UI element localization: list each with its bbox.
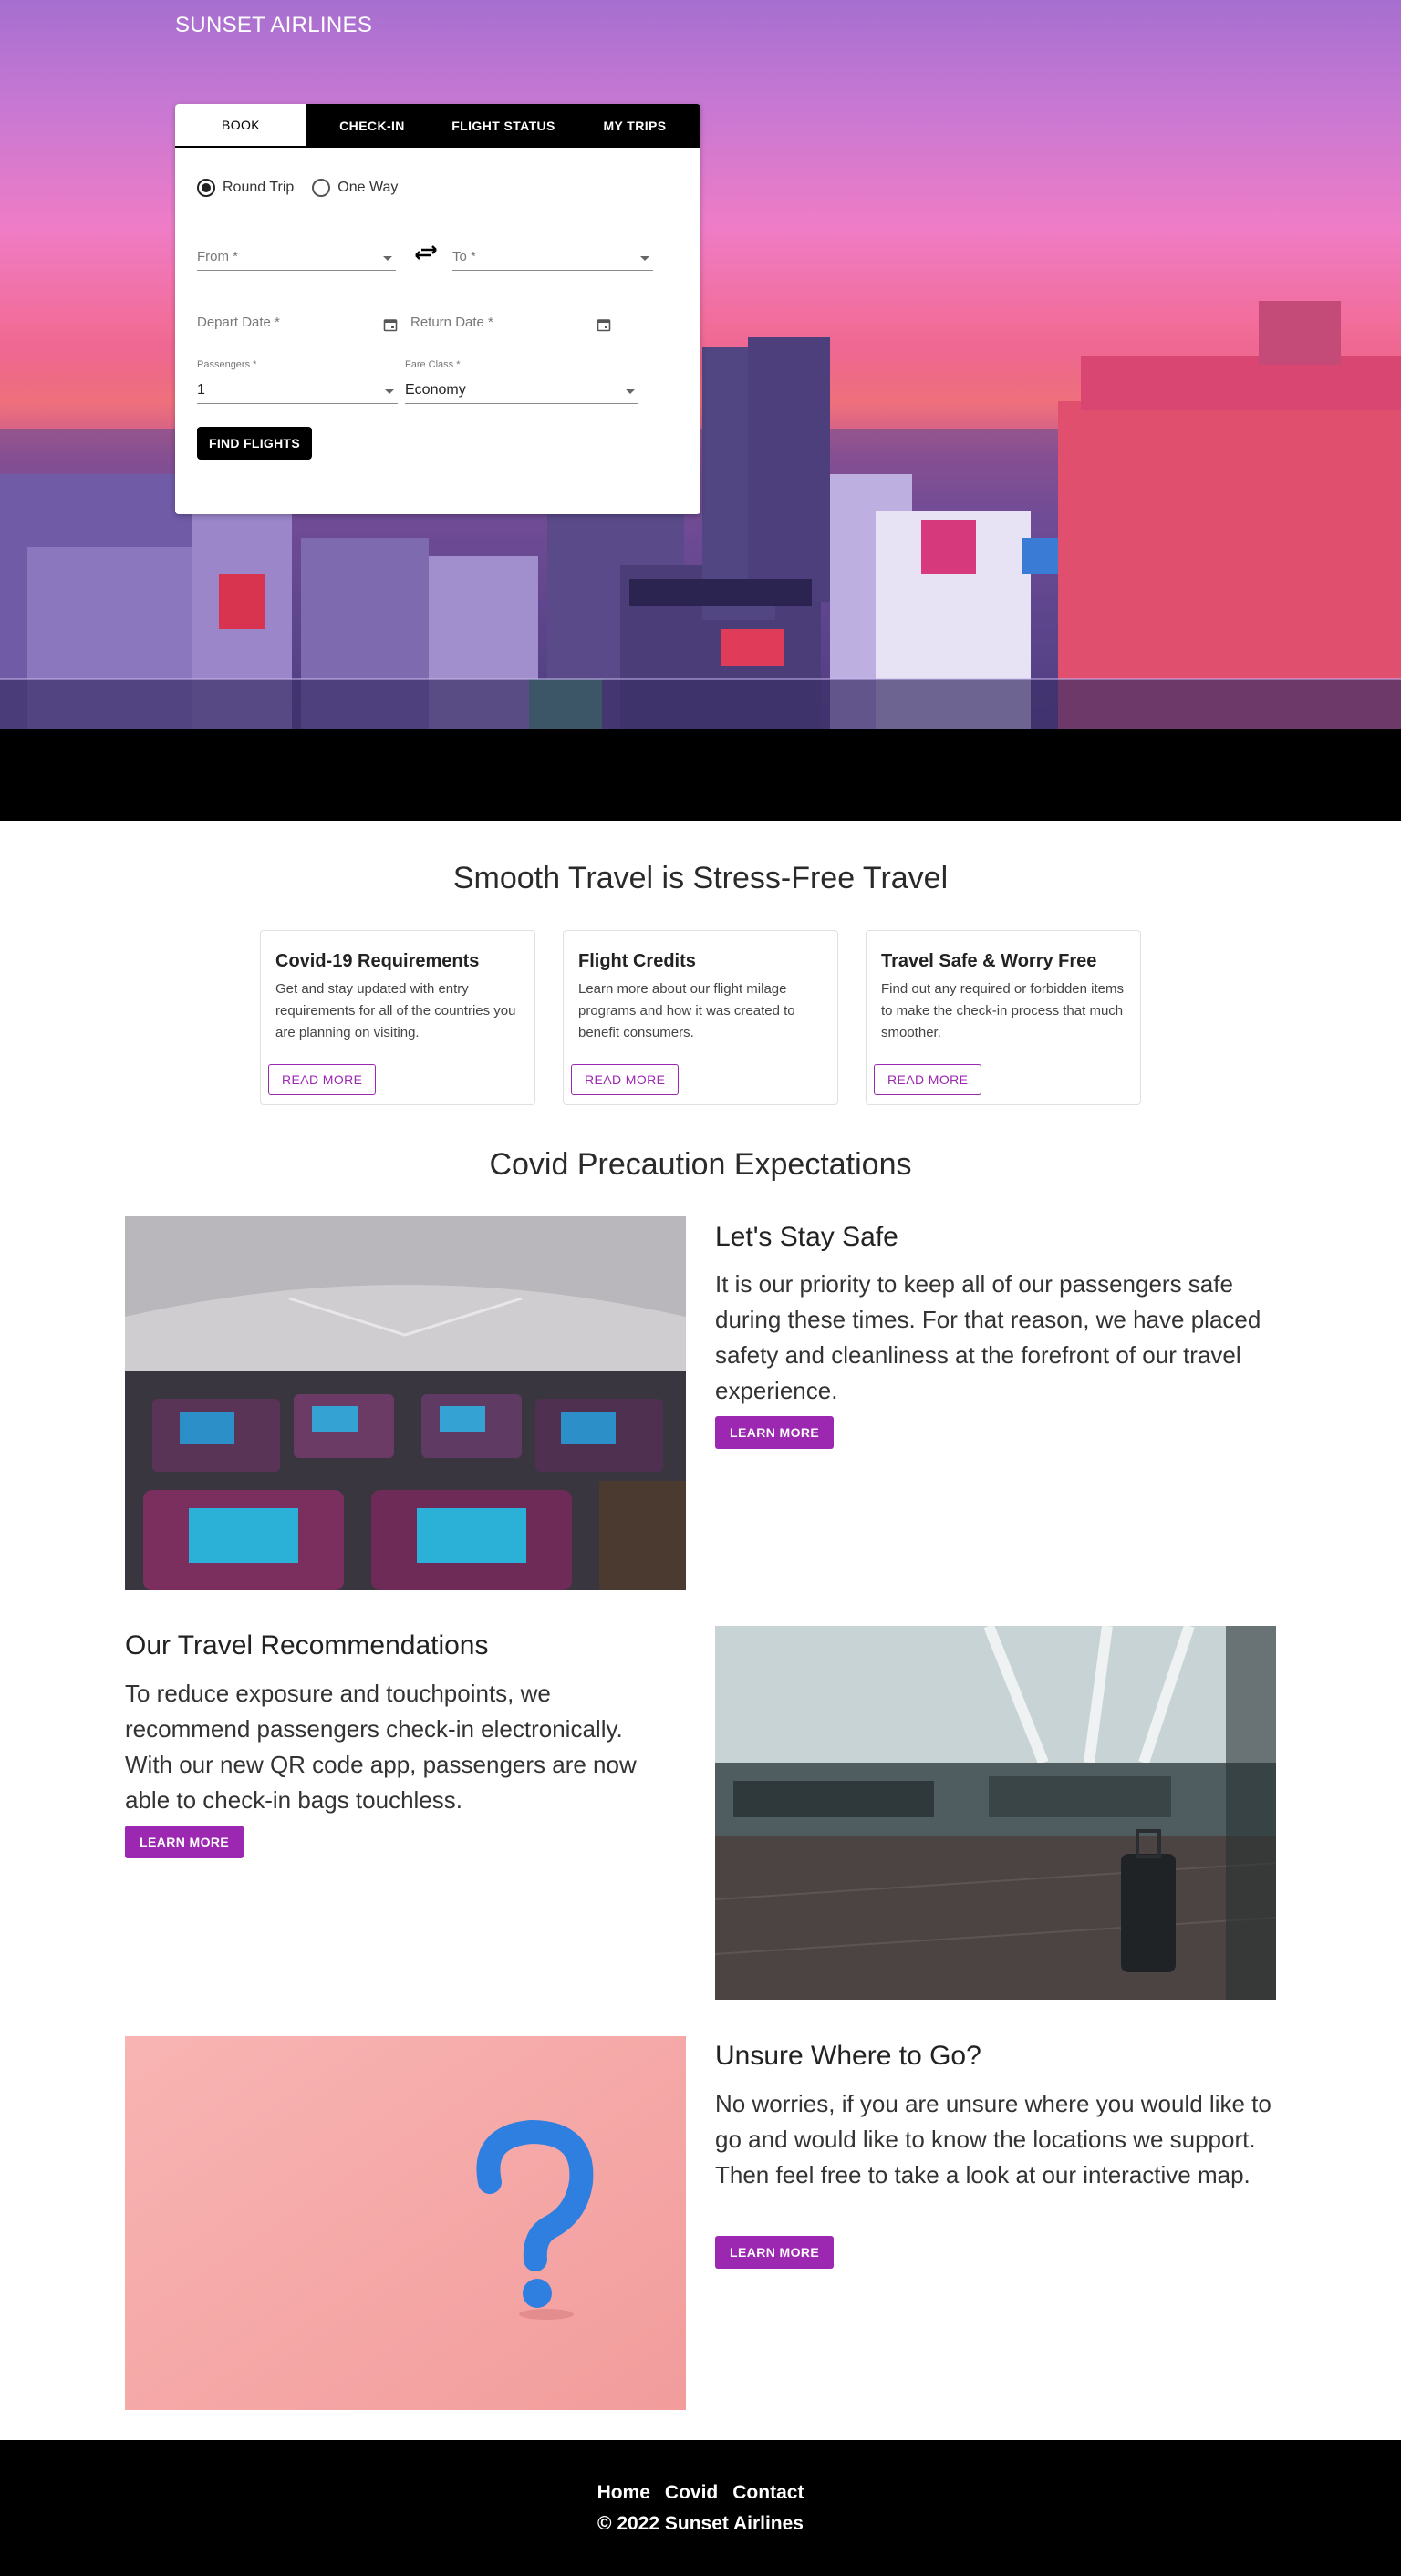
read-more-button[interactable]: READ MORE (571, 1064, 680, 1095)
info-card-travel-safe: Travel Safe & Worry Free Find out any re… (866, 930, 1141, 1105)
read-more-button[interactable]: READ MORE (874, 1064, 982, 1095)
learn-more-button[interactable]: LEARN MORE (125, 1826, 244, 1858)
info-heading: Smooth Travel is Stress-Free Travel (452, 861, 949, 895)
info-card-title: Travel Safe & Worry Free (881, 951, 1097, 971)
to-select[interactable]: To * (452, 244, 653, 271)
read-more-button[interactable]: READ MORE (268, 1064, 377, 1095)
from-select[interactable]: From * (197, 244, 396, 271)
feature-text: It is our priority to keep all of our pa… (715, 1270, 1261, 1404)
depart-date-input[interactable]: Depart Date * (197, 310, 398, 336)
chevron-down-icon (385, 389, 394, 394)
round-trip-radio[interactable] (197, 179, 215, 197)
return-date-placeholder: Return Date * (410, 315, 493, 330)
footer-link-covid[interactable]: Covid (665, 2482, 718, 2504)
find-flights-button[interactable]: FIND FLIGHTS (197, 427, 312, 460)
feature-text: No worries, if you are unsure where you … (715, 2090, 1271, 2188)
footer-nav: Home Covid Contact (0, 2482, 1401, 2504)
trip-type-group: Round Trip One Way (197, 179, 416, 197)
airport-terminal-photo (715, 1626, 1276, 2000)
chevron-down-icon (626, 389, 635, 394)
info-card-text: Learn more about our flight milage progr… (578, 981, 795, 1040)
info-card-title: Flight Credits (578, 951, 696, 971)
fare-class-value: Economy (405, 382, 466, 398)
footer-link-contact[interactable]: Contact (732, 2482, 804, 2504)
from-placeholder: From * (197, 249, 238, 264)
airplane-cabin-photo (125, 1216, 686, 1590)
depart-date-placeholder: Depart Date * (197, 315, 280, 330)
footer: Home Covid Contact © 2022 Sunset Airline… (0, 2440, 1401, 2576)
chevron-down-icon (383, 256, 392, 261)
info-card-text: Find out any required or forbidden items… (881, 981, 1124, 1040)
passengers-label: Passengers * (197, 359, 257, 370)
feature-title: Let's Stay Safe (715, 1222, 898, 1252)
covid-heading: Covid Precaution Expectations (489, 1147, 912, 1182)
passengers-select[interactable]: Passengers * 1 (197, 359, 398, 404)
to-placeholder: To * (452, 249, 476, 264)
swap-icon[interactable] (412, 241, 440, 268)
tab-check-in[interactable]: CHECK-IN (306, 104, 438, 148)
tab-book[interactable]: BOOK (175, 104, 306, 148)
fare-class-label: Fare Class * (405, 359, 461, 370)
feature-title: Our Travel Recommendations (125, 1630, 489, 1660)
chevron-down-icon (640, 256, 649, 261)
question-mark-photo (125, 2036, 686, 2410)
tab-flight-status[interactable]: FLIGHT STATUS (438, 104, 569, 148)
booking-card: BOOK CHECK-IN FLIGHT STATUS MY TRIPS Rou… (175, 104, 700, 514)
calendar-icon[interactable] (597, 317, 611, 332)
feature-text: To reduce exposure and touchpoints, we r… (125, 1680, 637, 1814)
info-card-text: Get and stay updated with entry requirem… (275, 981, 516, 1040)
tab-my-trips[interactable]: MY TRIPS (569, 104, 700, 148)
brand-logo[interactable]: SUNSET AIRLINES (175, 13, 372, 38)
learn-more-button[interactable]: LEARN MORE (715, 2236, 835, 2269)
info-card-covid-requirements: Covid-19 Requirements Get and stay updat… (260, 930, 535, 1105)
info-card-title: Covid-19 Requirements (275, 951, 480, 971)
calendar-icon[interactable] (383, 317, 398, 332)
feature-title: Unsure Where to Go? (715, 2041, 981, 2071)
footer-link-home[interactable]: Home (597, 2482, 650, 2504)
one-way-radio[interactable] (312, 179, 331, 197)
copyright-text: © 2022 Sunset Airlines (597, 2513, 804, 2534)
learn-more-button[interactable]: LEARN MORE (715, 1416, 835, 1449)
info-card-flight-credits: Flight Credits Learn more about our flig… (563, 930, 838, 1105)
passengers-value: 1 (197, 382, 205, 398)
round-trip-label: Round Trip (223, 180, 295, 195)
one-way-label: One Way (337, 180, 399, 195)
booking-tabs: BOOK CHECK-IN FLIGHT STATUS MY TRIPS (175, 104, 700, 148)
fare-class-select[interactable]: Fare Class * Economy (405, 359, 638, 404)
return-date-input[interactable]: Return Date * (410, 310, 611, 336)
hero-bottom-band (0, 729, 1401, 821)
